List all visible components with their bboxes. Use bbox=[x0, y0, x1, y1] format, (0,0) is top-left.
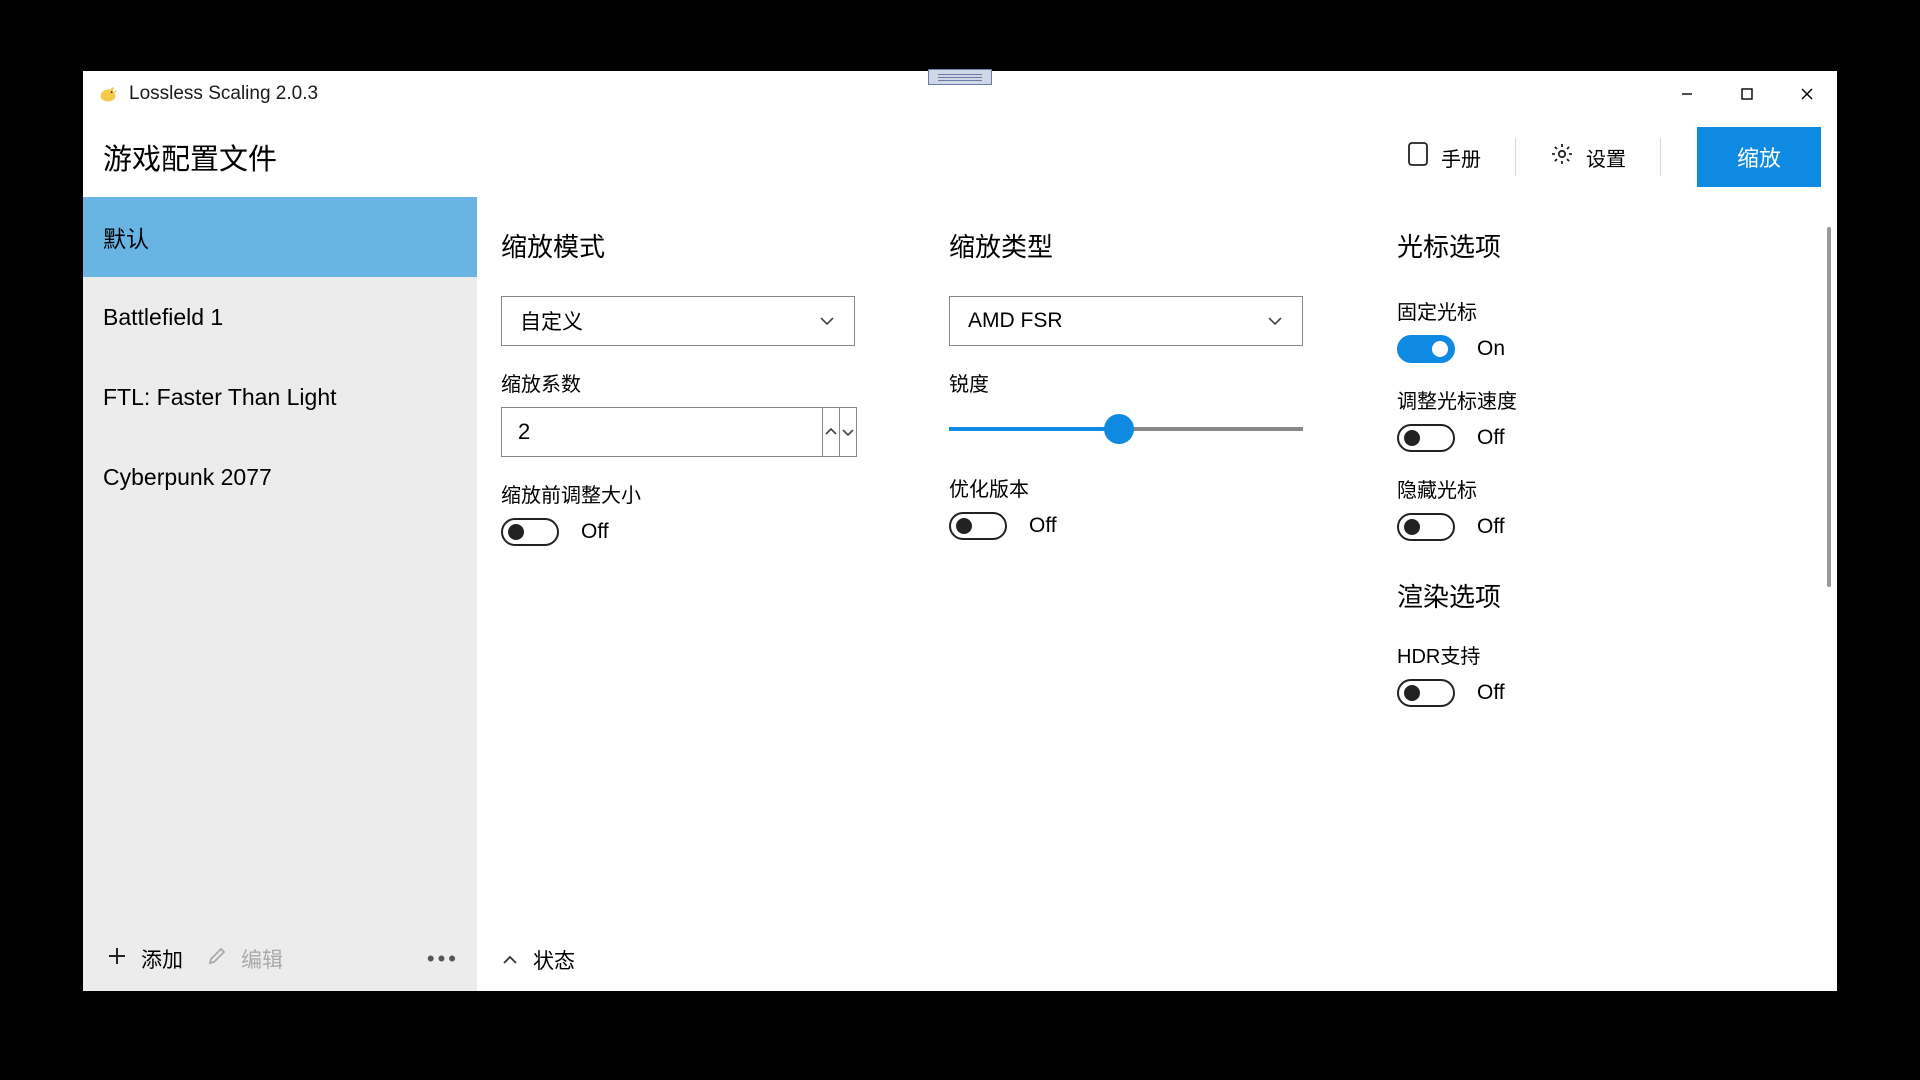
plus-icon bbox=[107, 946, 127, 972]
optimized-state: Off bbox=[1029, 514, 1057, 538]
spinner-up-button[interactable] bbox=[823, 407, 840, 457]
scaling-factor-label: 缩放系数 bbox=[501, 368, 949, 397]
scaling-type-title: 缩放类型 bbox=[949, 227, 1397, 264]
toolbar-separator bbox=[1660, 138, 1661, 176]
settings-button[interactable]: 设置 bbox=[1530, 132, 1646, 182]
adjust-cursor-speed-toggle[interactable] bbox=[1397, 424, 1455, 452]
hdr-toggle[interactable] bbox=[1397, 679, 1455, 707]
status-toggle[interactable]: 状态 bbox=[501, 945, 575, 975]
sharpness-label: 锐度 bbox=[949, 368, 1397, 397]
window-drag-handle[interactable] bbox=[928, 69, 992, 85]
close-button[interactable] bbox=[1777, 71, 1837, 117]
optimized-label: 优化版本 bbox=[949, 473, 1397, 502]
manual-button[interactable]: 手册 bbox=[1387, 131, 1501, 183]
main-panel: 缩放模式 自定义 缩放系数 缩放前调整大小 bbox=[477, 197, 1837, 991]
pencil-icon bbox=[207, 946, 227, 972]
lock-cursor-label: 固定光标 bbox=[1397, 296, 1813, 325]
chevron-down-icon bbox=[1266, 312, 1284, 330]
scaling-mode-select[interactable]: 自定义 bbox=[501, 296, 855, 346]
settings-label: 设置 bbox=[1586, 143, 1626, 172]
scaling-factor-input[interactable] bbox=[501, 407, 823, 457]
resize-before-state: Off bbox=[581, 520, 609, 544]
app-window: Lossless Scaling 2.0.3 游戏配置文件 手册 设置 缩放 默… bbox=[83, 71, 1837, 991]
chevron-down-icon bbox=[818, 312, 836, 330]
hide-cursor-toggle[interactable] bbox=[1397, 513, 1455, 541]
scaling-type-select[interactable]: AMD FSR bbox=[949, 296, 1303, 346]
maximize-button[interactable] bbox=[1717, 71, 1777, 117]
manual-label: 手册 bbox=[1441, 143, 1481, 172]
book-icon bbox=[1407, 141, 1429, 173]
edit-profile-button[interactable]: 编辑 bbox=[207, 944, 283, 974]
scaling-mode-title: 缩放模式 bbox=[501, 227, 949, 264]
adjust-cursor-speed-label: 调整光标速度 bbox=[1397, 385, 1813, 414]
toolbar-separator bbox=[1515, 138, 1516, 176]
toolbar: 游戏配置文件 手册 设置 缩放 bbox=[83, 117, 1837, 197]
rendering-options-title: 渲染选项 bbox=[1397, 577, 1813, 614]
hdr-label: HDR支持 bbox=[1397, 640, 1813, 669]
window-title: Lossless Scaling 2.0.3 bbox=[129, 83, 1657, 105]
page-title: 游戏配置文件 bbox=[103, 136, 1387, 178]
more-button[interactable]: ••• bbox=[427, 946, 459, 972]
scale-button[interactable]: 缩放 bbox=[1697, 127, 1821, 187]
app-icon bbox=[97, 83, 119, 105]
optimized-toggle[interactable] bbox=[949, 512, 1007, 540]
adjust-cursor-speed-state: Off bbox=[1477, 426, 1505, 450]
profile-item[interactable]: Cyberpunk 2077 bbox=[83, 437, 477, 517]
minimize-button[interactable] bbox=[1657, 71, 1717, 117]
sharpness-slider[interactable] bbox=[949, 407, 1303, 431]
lock-cursor-toggle[interactable] bbox=[1397, 335, 1455, 363]
profile-item[interactable]: FTL: Faster Than Light bbox=[83, 357, 477, 437]
profile-item-default[interactable]: 默认 bbox=[83, 197, 477, 277]
profile-item[interactable]: Battlefield 1 bbox=[83, 277, 477, 357]
resize-before-label: 缩放前调整大小 bbox=[501, 479, 949, 508]
cursor-options-title: 光标选项 bbox=[1397, 227, 1813, 264]
hide-cursor-label: 隐藏光标 bbox=[1397, 474, 1813, 503]
resize-before-toggle[interactable] bbox=[501, 518, 559, 546]
gear-icon bbox=[1550, 142, 1574, 172]
hide-cursor-state: Off bbox=[1477, 515, 1505, 539]
add-profile-button[interactable]: 添加 bbox=[107, 944, 183, 974]
sidebar: 默认 Battlefield 1 FTL: Faster Than Light … bbox=[83, 197, 477, 991]
lock-cursor-state: On bbox=[1477, 337, 1505, 361]
hdr-state: Off bbox=[1477, 681, 1505, 705]
spinner-down-button[interactable] bbox=[840, 407, 857, 457]
scrollbar[interactable] bbox=[1827, 227, 1831, 587]
profile-list: 默认 Battlefield 1 FTL: Faster Than Light … bbox=[83, 197, 477, 927]
chevron-up-icon bbox=[501, 951, 519, 969]
